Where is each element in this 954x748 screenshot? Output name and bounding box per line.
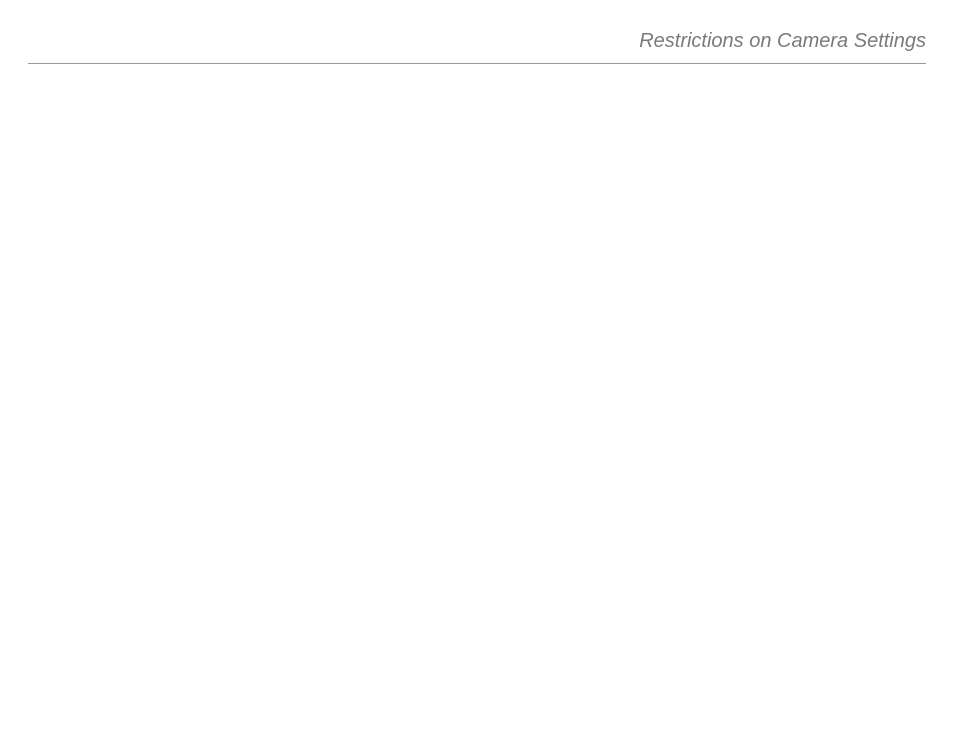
page: Restrictions on Camera Settings: [0, 0, 954, 748]
title-rule: [28, 63, 926, 64]
page-title: Restrictions on Camera Settings: [28, 30, 926, 53]
